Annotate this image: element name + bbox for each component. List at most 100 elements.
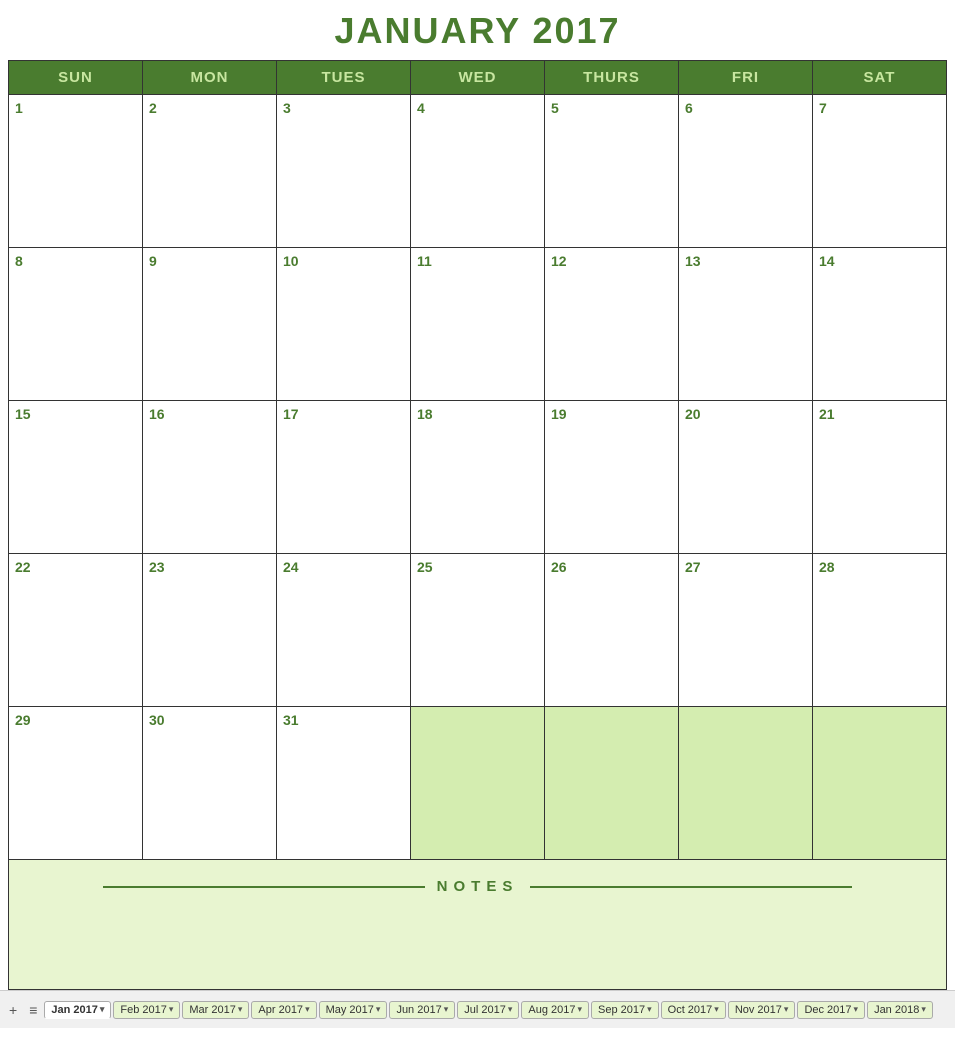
day-number: 8	[15, 253, 136, 269]
day-number: 6	[685, 100, 806, 116]
tab-dropdown-arrow[interactable]: ▾	[376, 1004, 381, 1015]
add-tab-button[interactable]: +	[4, 1000, 22, 1020]
tab-jun-2017[interactable]: Jun 2017▾	[389, 1001, 455, 1019]
day-cell[interactable]: 26	[545, 554, 679, 707]
day-cell[interactable]: 18	[411, 401, 545, 554]
day-number: 16	[149, 406, 270, 422]
day-cell[interactable]: 30	[143, 707, 277, 860]
day-cell[interactable]: 9	[143, 248, 277, 401]
tab-jan-2017[interactable]: Jan 2017▾	[44, 1001, 111, 1019]
day-number: 4	[417, 100, 538, 116]
day-header-mon: MON	[143, 61, 277, 95]
week-row-5: 29 30 31	[9, 707, 947, 860]
day-cell[interactable]: 25	[411, 554, 545, 707]
day-header-wed: WED	[411, 61, 545, 95]
day-number: 2	[149, 100, 270, 116]
tab-label: Dec 2017	[804, 1004, 851, 1016]
tab-dropdown-arrow[interactable]: ▾	[100, 1004, 105, 1015]
tab-may-2017[interactable]: May 2017▾	[319, 1001, 388, 1019]
tab-dropdown-arrow[interactable]: ▾	[714, 1004, 719, 1015]
tab-feb-2017[interactable]: Feb 2017▾	[113, 1001, 180, 1019]
tab-dec-2017[interactable]: Dec 2017▾	[797, 1001, 865, 1019]
day-cell[interactable]: 2	[143, 95, 277, 248]
day-number: 5	[551, 100, 672, 116]
tab-jul-2017[interactable]: Jul 2017▾	[457, 1001, 519, 1019]
day-cell[interactable]: 10	[277, 248, 411, 401]
week-row-4: 2223 24 25 26 27 28	[9, 554, 947, 707]
day-cell[interactable]	[679, 707, 813, 860]
day-cell[interactable]: 28	[813, 554, 947, 707]
day-cell[interactable]: 6	[679, 95, 813, 248]
tab-label: Jun 2017	[396, 1004, 441, 1016]
day-cell[interactable]: 7	[813, 95, 947, 248]
day-cell[interactable]: 19	[545, 401, 679, 554]
tab-menu-button[interactable]: ≡	[24, 1000, 42, 1020]
day-number: 10	[283, 253, 404, 269]
day-cell[interactable]: 3	[277, 95, 411, 248]
day-cell[interactable]: 5	[545, 95, 679, 248]
tab-jan-2018[interactable]: Jan 2018▾	[867, 1001, 933, 1019]
tab-dropdown-arrow[interactable]: ▾	[784, 1004, 789, 1015]
day-number: 28	[819, 559, 940, 575]
day-cell[interactable]	[813, 707, 947, 860]
tab-dropdown-arrow[interactable]: ▾	[921, 1004, 926, 1015]
tab-dropdown-arrow[interactable]: ▾	[577, 1004, 582, 1015]
day-number: 3	[283, 100, 404, 116]
tab-dropdown-arrow[interactable]: ▾	[444, 1004, 449, 1015]
week-row-2: 89 10 111213 14	[9, 248, 947, 401]
tab-sep-2017[interactable]: Sep 2017▾	[591, 1001, 659, 1019]
day-cell[interactable]: 27	[679, 554, 813, 707]
tab-label: Jan 2017	[51, 1004, 97, 1016]
day-cell[interactable]: 13	[679, 248, 813, 401]
day-number: 30	[149, 712, 270, 728]
notes-header: NOTES	[103, 878, 853, 895]
day-cell[interactable]: 20	[679, 401, 813, 554]
day-cell[interactable]: 14	[813, 248, 947, 401]
notes-section: NOTES	[9, 860, 947, 990]
tab-label: Feb 2017	[120, 1004, 166, 1016]
day-number: 14	[819, 253, 940, 269]
tab-dropdown-arrow[interactable]: ▾	[854, 1004, 859, 1015]
tab-dropdown-arrow[interactable]: ▾	[238, 1004, 243, 1015]
tab-dropdown-arrow[interactable]: ▾	[169, 1004, 174, 1015]
week-row-3: 15 16 1718192021	[9, 401, 947, 554]
tab-oct-2017[interactable]: Oct 2017▾	[661, 1001, 726, 1019]
day-cell[interactable]: 31	[277, 707, 411, 860]
day-cell[interactable]: 12	[545, 248, 679, 401]
tab-nov-2017[interactable]: Nov 2017▾	[728, 1001, 796, 1019]
tab-aug-2017[interactable]: Aug 2017▾	[521, 1001, 589, 1019]
calendar-container: JANUARY 2017 SUNMONTUESWEDTHURSFRISAT 12…	[0, 0, 955, 990]
tab-bar: + ≡ Jan 2017▾Feb 2017▾Mar 2017▾Apr 2017▾…	[0, 990, 955, 1028]
day-cell[interactable]: 29	[9, 707, 143, 860]
tab-dropdown-arrow[interactable]: ▾	[508, 1004, 513, 1015]
day-header-sun: SUN	[9, 61, 143, 95]
day-cell[interactable]: 21	[813, 401, 947, 554]
day-cell[interactable]: 11	[411, 248, 545, 401]
tab-dropdown-arrow[interactable]: ▾	[305, 1004, 310, 1015]
day-cell[interactable]	[545, 707, 679, 860]
day-cell[interactable]: 15	[9, 401, 143, 554]
day-number: 24	[283, 559, 404, 575]
tab-label: Aug 2017	[528, 1004, 575, 1016]
tab-mar-2017[interactable]: Mar 2017▾	[182, 1001, 249, 1019]
day-cell[interactable]: 16	[143, 401, 277, 554]
calendar-title: JANUARY 2017	[0, 0, 955, 60]
day-cell[interactable]: 23	[143, 554, 277, 707]
tab-label: Mar 2017	[189, 1004, 235, 1016]
notes-label: NOTES	[437, 878, 519, 895]
day-cell[interactable]	[411, 707, 545, 860]
day-header-fri: FRI	[679, 61, 813, 95]
day-cell[interactable]: 24	[277, 554, 411, 707]
day-cell[interactable]: 1	[9, 95, 143, 248]
tab-dropdown-arrow[interactable]: ▾	[647, 1004, 652, 1015]
day-header-tues: TUES	[277, 61, 411, 95]
tab-apr-2017[interactable]: Apr 2017▾	[251, 1001, 316, 1019]
day-cell[interactable]: 4	[411, 95, 545, 248]
day-cell[interactable]: 22	[9, 554, 143, 707]
day-cell[interactable]: 17	[277, 401, 411, 554]
day-number: 27	[685, 559, 806, 575]
day-number: 7	[819, 100, 940, 116]
day-number: 15	[15, 406, 136, 422]
day-number: 25	[417, 559, 538, 575]
day-cell[interactable]: 8	[9, 248, 143, 401]
